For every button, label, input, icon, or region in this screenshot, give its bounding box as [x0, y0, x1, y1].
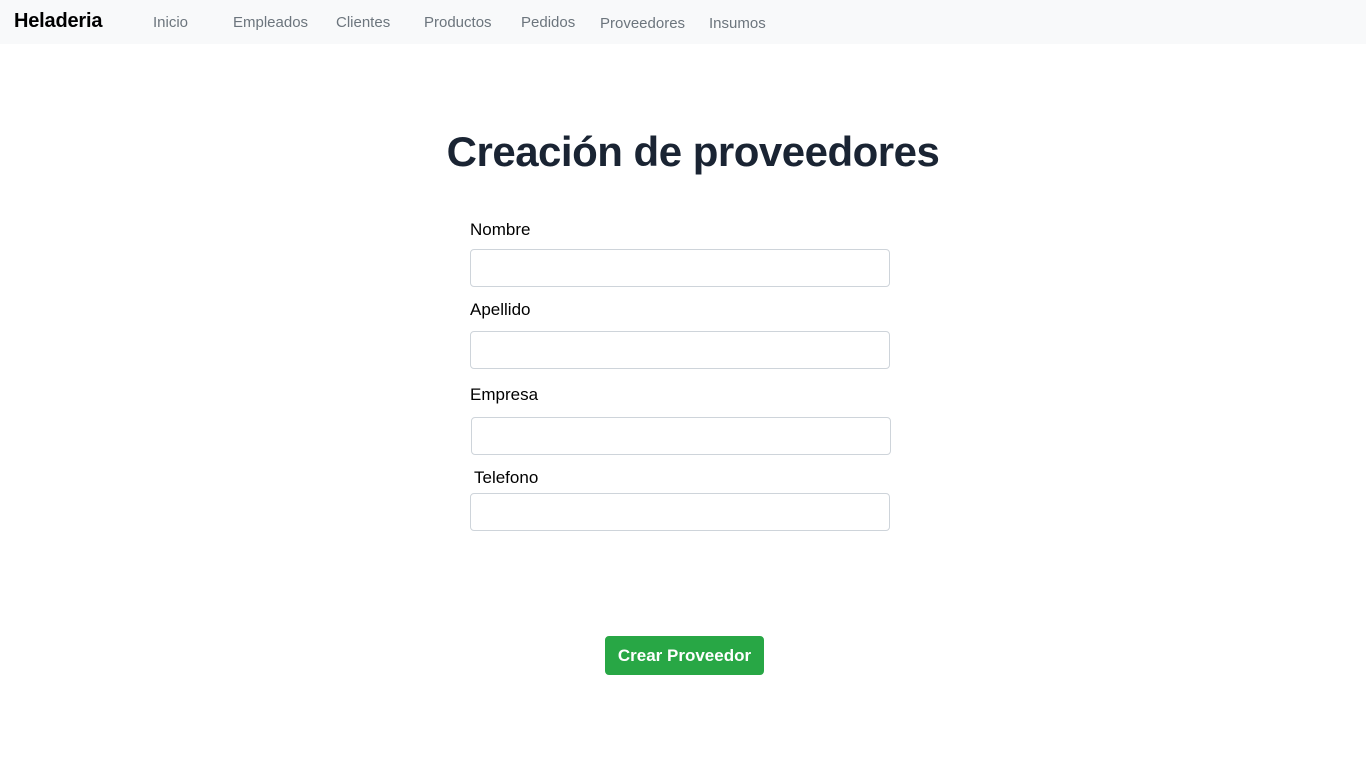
nav-link-empleados[interactable]: Empleados [233, 14, 308, 31]
nombre-label: Nombre [470, 220, 531, 239]
telefono-input[interactable] [470, 493, 890, 531]
apellido-input[interactable] [470, 331, 890, 369]
nav-link-clientes[interactable]: Clientes [336, 14, 390, 31]
empresa-input[interactable] [471, 417, 891, 455]
nav-link-productos[interactable]: Productos [424, 14, 492, 31]
page-title: Creación de proveedores [446, 128, 940, 175]
nav-link-insumos[interactable]: Insumos [709, 15, 766, 32]
create-supplier-button[interactable]: Crear Proveedor [605, 636, 764, 675]
brand-link[interactable]: Heladeria [14, 10, 102, 33]
apellido-label: Apellido [470, 300, 531, 319]
nombre-input[interactable] [470, 249, 890, 287]
empresa-label: Empresa [470, 385, 539, 404]
nav-link-pedidos[interactable]: Pedidos [521, 14, 575, 31]
telefono-label: Telefono [474, 468, 539, 487]
navbar: Heladeria Inicio Empleados Clientes Prod… [0, 0, 1366, 44]
nav-link-proveedores[interactable]: Proveedores [600, 15, 685, 32]
nav-link-inicio[interactable]: Inicio [153, 14, 188, 31]
